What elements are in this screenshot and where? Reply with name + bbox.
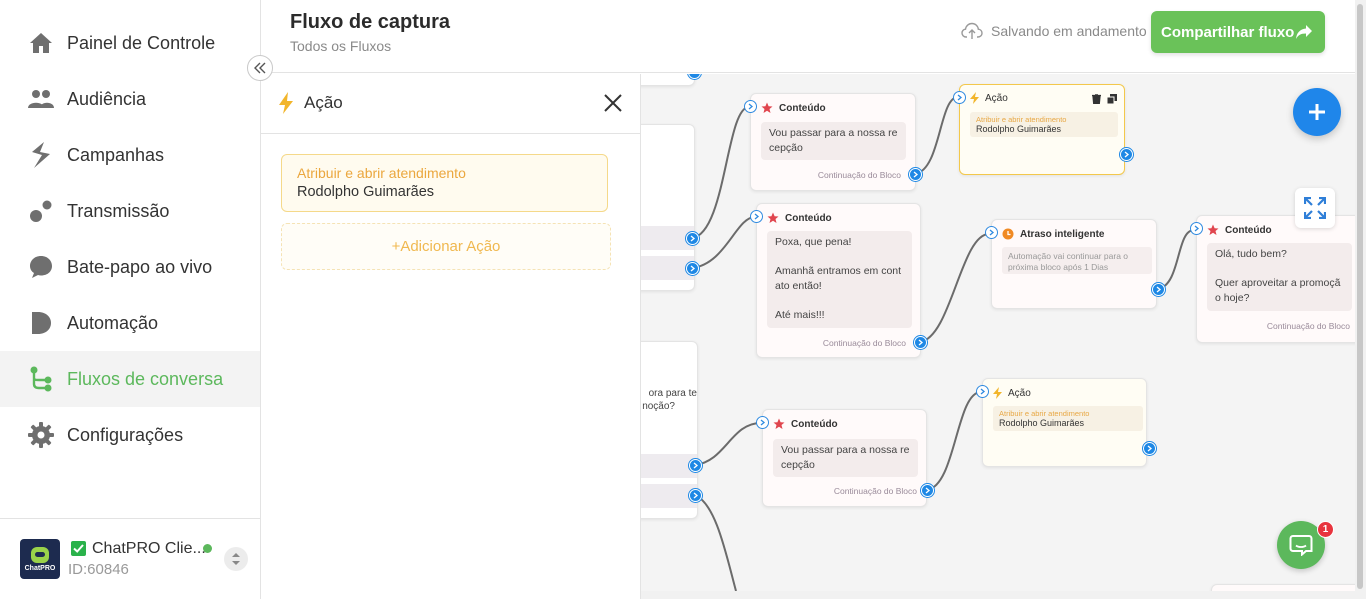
sidebar-item-label: Campanhas: [67, 144, 165, 165]
output-port[interactable]: [909, 168, 922, 181]
header: Fluxo de captura Todos os Fluxos Salvand…: [261, 0, 1355, 73]
action-panel: Ação Atribuir e abrir atendimento Rodolp…: [261, 74, 641, 599]
output-port[interactable]: [689, 459, 702, 472]
output-port[interactable]: [1120, 148, 1133, 161]
plus-icon: [1309, 104, 1325, 120]
sidebar-item-bate-papo[interactable]: Bate-papo ao vivo: [0, 239, 260, 295]
action-node[interactable]: Ação Atribuir e abrir atendimento Rodolp…: [982, 378, 1147, 467]
collapse-sidebar-button[interactable]: [247, 55, 273, 81]
panel-header: Ação: [261, 74, 640, 134]
page-title: Fluxo de captura: [290, 11, 451, 33]
add-node-button[interactable]: [1293, 88, 1341, 136]
chat-bubble-icon: [28, 254, 54, 280]
input-port[interactable]: [976, 385, 989, 398]
lightning-icon: [993, 387, 1002, 399]
checkbox-icon: [71, 541, 86, 561]
sidebar-item-label: Fluxos de conversa: [67, 368, 224, 389]
sidebar-item-automacao[interactable]: Automação: [0, 295, 260, 351]
bot-icon: [31, 546, 49, 563]
sidebar-item-painel-de-controle[interactable]: Painel de Controle: [0, 15, 260, 71]
content-node[interactable]: Conteúdo Poxa, que pena! Amanhã entramos…: [756, 203, 921, 358]
output-port[interactable]: [921, 484, 934, 497]
flow-icon: [28, 366, 54, 392]
saving-status: Salvando em andamento: [961, 22, 1147, 40]
output-port[interactable]: [1152, 283, 1165, 296]
star-icon: [773, 418, 785, 429]
scrollbar-thumb[interactable]: [1357, 4, 1363, 589]
gear-icon: [28, 422, 54, 448]
notification-badge: 1: [1317, 521, 1334, 538]
delay-node[interactable]: Atraso inteligente Automação vai continu…: [991, 219, 1157, 309]
sidebar-item-fluxos-de-conversa[interactable]: Fluxos de conversa: [0, 351, 260, 407]
chat-icon: [1289, 535, 1313, 556]
vertical-scrollbar[interactable]: [1355, 0, 1366, 599]
fullscreen-button[interactable]: [1295, 188, 1335, 228]
content-node[interactable]: Conteúdo Vou passar para a nossa re cepç…: [762, 409, 927, 507]
share-arrow-icon: [1296, 25, 1312, 39]
input-port[interactable]: [750, 210, 763, 223]
output-port[interactable]: [1143, 442, 1156, 455]
account-logo: ChatPRO: [20, 539, 60, 579]
content-node[interactable]: Conteúdo Vou passar para a nossa re cepç…: [750, 93, 916, 191]
account-panel: ChatPRO: [0, 518, 260, 599]
sidebar-item-label: Transmissão: [67, 200, 170, 221]
output-port[interactable]: [686, 262, 699, 275]
horizontal-scrollbar[interactable]: [641, 591, 1355, 599]
star-icon: [761, 102, 773, 113]
breadcrumb[interactable]: Todos os Fluxos: [290, 38, 391, 54]
content-node[interactable]: Conteúdo Olá, tudo bem? Quer aproveitar …: [1196, 215, 1355, 343]
star-icon: [1207, 224, 1219, 235]
sidebar-item-label: Painel de Controle: [67, 32, 216, 53]
share-flow-button[interactable]: Compartilhar fluxo: [1151, 11, 1325, 53]
lightning-icon: [279, 92, 293, 114]
sidebar-item-label: Bate-papo ao vivo: [67, 256, 213, 277]
expand-icon: [1304, 197, 1326, 219]
duplicate-icon[interactable]: [1107, 94, 1117, 104]
trash-icon[interactable]: [1092, 94, 1101, 104]
panel-title: Ação: [304, 93, 343, 112]
sidebar-item-audiencia[interactable]: Audiência: [0, 71, 260, 127]
partial-node[interactable]: [1211, 584, 1355, 591]
input-port[interactable]: [1190, 222, 1203, 235]
output-port[interactable]: [686, 232, 699, 245]
cloud-upload-icon: [961, 22, 983, 39]
online-status-dot: [203, 544, 212, 553]
action-node-selected[interactable]: Ação Atribuir e abrir atendimento Rodolp…: [959, 84, 1125, 175]
action-item[interactable]: Atribuir e abrir atendimento Rodolpho Gu…: [281, 154, 608, 212]
lightning-icon: [970, 92, 979, 104]
sidebar-item-label: Configurações: [67, 424, 184, 445]
action-value: Rodolpho Guimarães: [297, 184, 435, 200]
close-icon[interactable]: [603, 93, 623, 113]
automation-icon: [28, 310, 54, 336]
people-icon: [28, 86, 54, 112]
sidebar-item-transmissao[interactable]: Transmissão: [0, 183, 260, 239]
input-port[interactable]: [744, 100, 757, 113]
star-icon: [767, 212, 779, 223]
account-name: ChatPRO Clie...: [92, 540, 206, 557]
clock-icon: [1002, 228, 1014, 240]
input-port[interactable]: [985, 226, 998, 239]
sidebar-item-label: Audiência: [67, 88, 147, 109]
share-flow-label: Compartilhar fluxo: [1161, 23, 1295, 41]
home-icon: [28, 30, 54, 56]
account-id: ID:60846: [68, 561, 129, 578]
partial-node[interactable]: [641, 74, 695, 86]
sidebar: Painel de Controle Audiência Campanhas T…: [0, 0, 261, 599]
sidebar-item-configuracoes[interactable]: Configurações: [0, 407, 260, 463]
account-switch-button[interactable]: [224, 547, 248, 571]
output-port[interactable]: [689, 489, 702, 502]
sidebar-item-label: Automação: [67, 312, 159, 333]
input-port[interactable]: [756, 416, 769, 429]
output-port[interactable]: [914, 336, 927, 349]
add-action-button[interactable]: +Adicionar Ação: [281, 223, 611, 270]
action-type: Atribuir e abrir atendimento: [297, 165, 466, 181]
flow-canvas[interactable]: ora para te noção? Conteúdo Vou passar p…: [641, 74, 1355, 591]
campaign-icon: [28, 142, 54, 168]
input-port[interactable]: [953, 91, 966, 104]
saving-label: Salvando em andamento: [991, 23, 1147, 39]
sidebar-item-campanhas[interactable]: Campanhas: [0, 127, 260, 183]
broadcast-icon: [28, 198, 54, 224]
